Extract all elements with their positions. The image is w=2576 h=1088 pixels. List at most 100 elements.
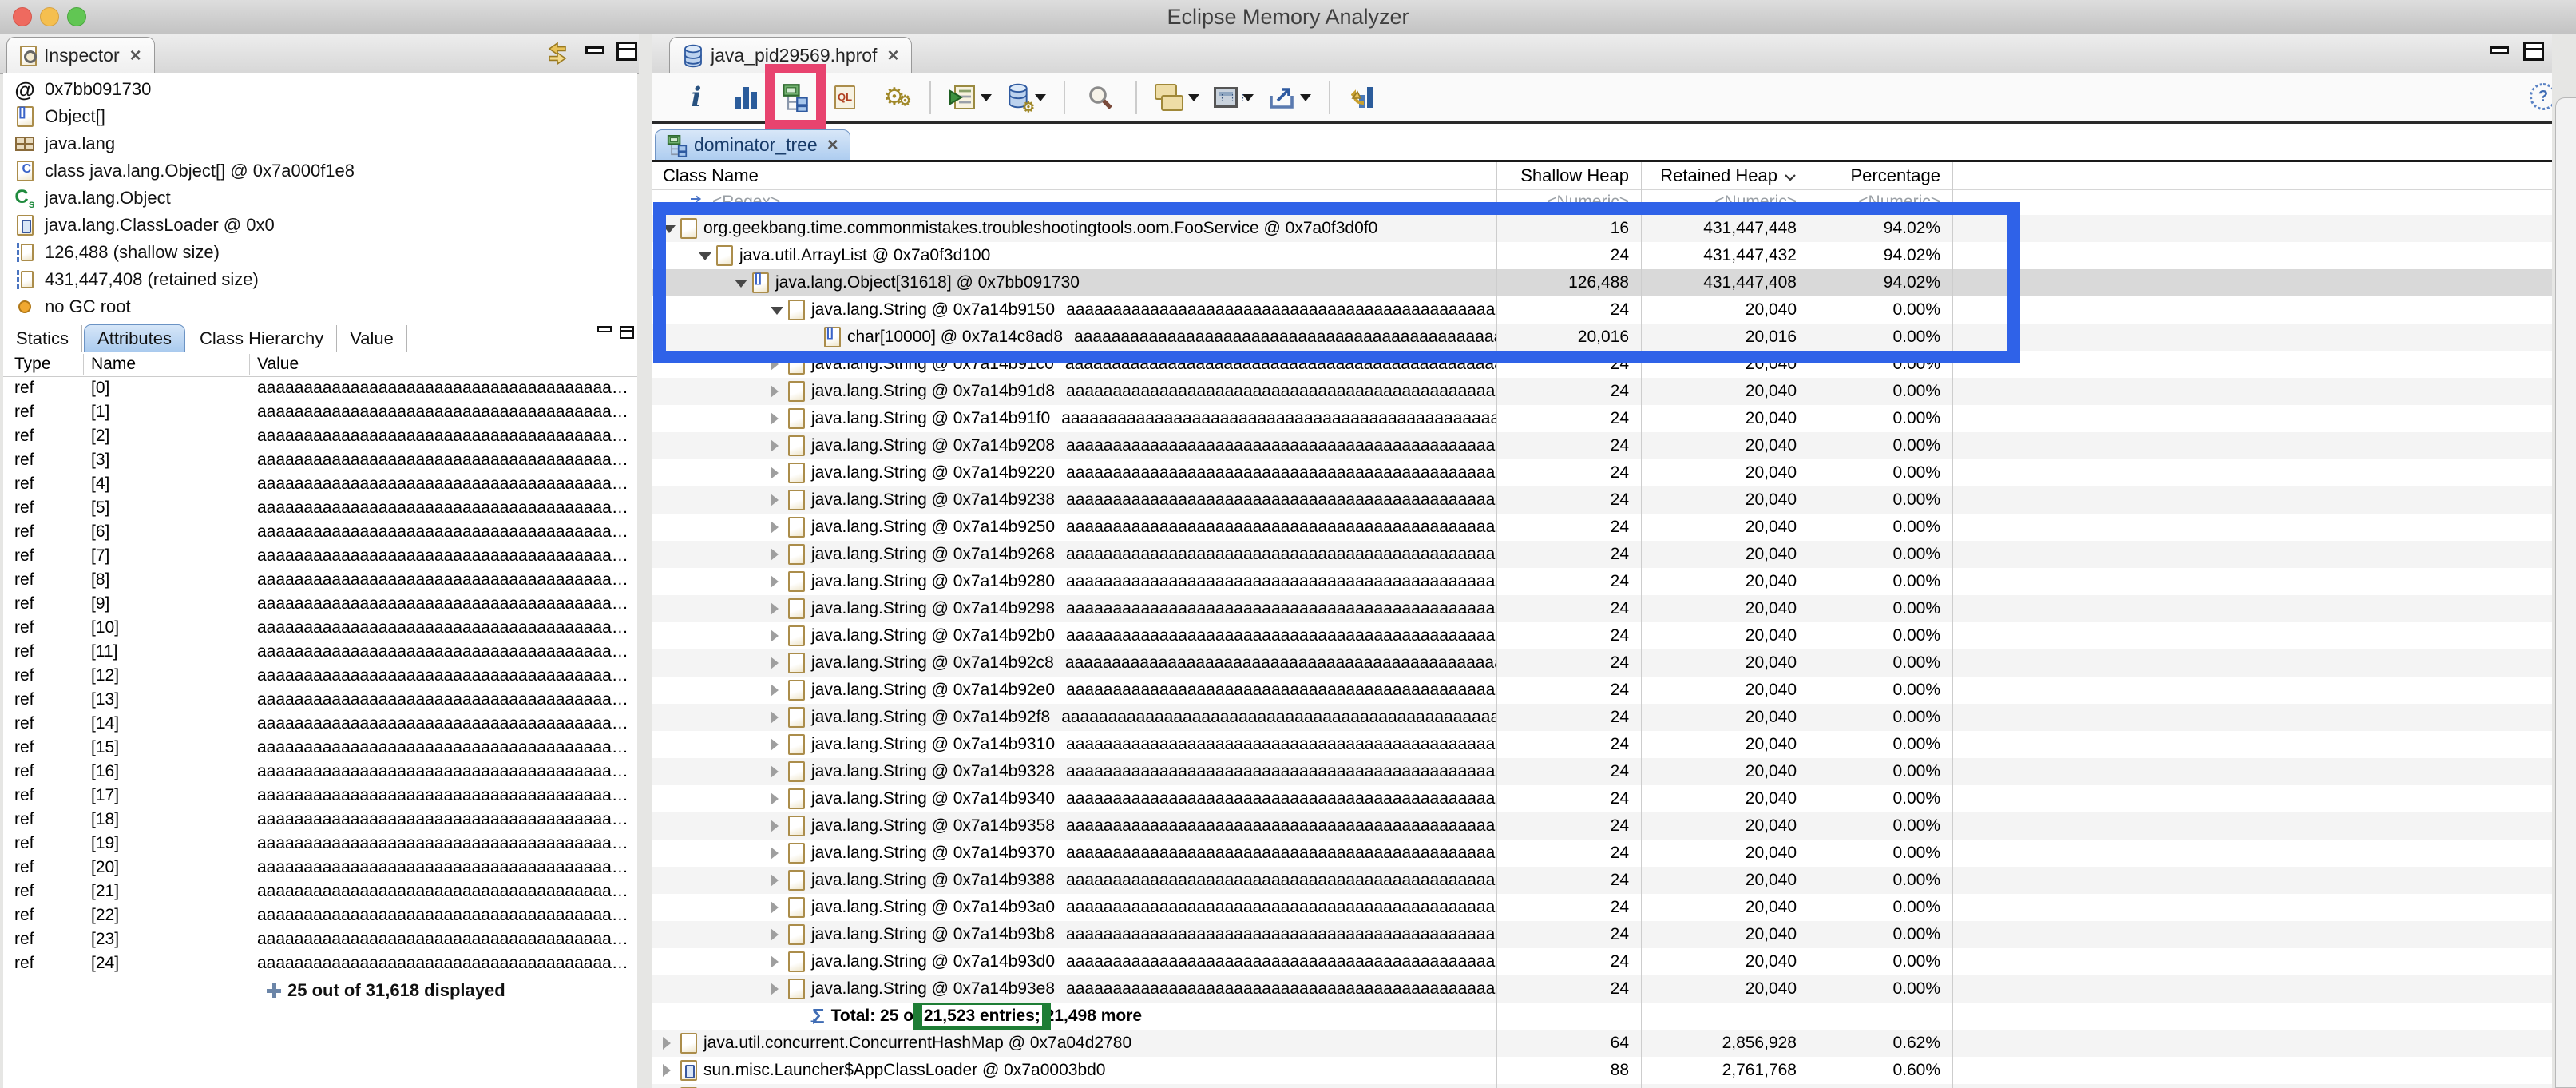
group-by-icon[interactable]	[1151, 77, 1203, 118]
attribute-row[interactable]: ref[14]aaaaaaaaaaaaaaaaaaaaaaaaaaaaaaaaa…	[3, 712, 637, 736]
inspector-item[interactable]: java.lang	[3, 130, 634, 157]
tab-attributes[interactable]: Attributes	[84, 324, 185, 352]
expander-collapsed-icon[interactable]	[771, 983, 788, 995]
heap-overview-icon[interactable]: ⚙	[1003, 77, 1049, 118]
tree-row[interactable]: java.lang.String @ 0x7a14b92c8aaaaaaaaaa…	[652, 649, 2552, 677]
tree-row[interactable]: java.lang.String @ 0x7a14b9328aaaaaaaaaa…	[652, 758, 2552, 785]
tree-row[interactable]: java.lang.String @ 0x7a14b91d8aaaaaaaaaa…	[652, 378, 2552, 405]
expander-collapsed-icon[interactable]	[771, 820, 788, 832]
dropdown-caret-icon[interactable]	[1188, 94, 1199, 101]
column-retained-heap[interactable]: Retained Heap	[1646, 162, 1797, 189]
minimize-view-icon[interactable]	[2490, 46, 2509, 54]
tree-row[interactable]: java.lang.String @ 0x7a14b9250aaaaaaaaaa…	[652, 514, 2552, 541]
inspector-item[interactable]: 431,447,408 (retained size)	[3, 266, 634, 293]
tree-row[interactable]: java.util.concurrent.ConcurrentHashMap @…	[652, 1030, 2552, 1057]
attribute-row[interactable]: ref[13]aaaaaaaaaaaaaaaaaaaaaaaaaaaaaaaaa…	[3, 688, 637, 712]
expander-collapsed-icon[interactable]	[771, 602, 788, 615]
attribute-row[interactable]: ref[10]aaaaaaaaaaaaaaaaaaaaaaaaaaaaaaaaa…	[3, 616, 637, 640]
tree-row[interactable]: java.lang.String @ 0x7a14b9150aaaaaaaaaa…	[652, 296, 2552, 324]
expander-open-icon[interactable]	[735, 278, 752, 288]
numeric-filter-input[interactable]: <Numeric>	[1498, 189, 1629, 215]
tree-row[interactable]: org.geekbang.time.commonmistakes.trouble…	[652, 215, 2552, 242]
expander-collapsed-icon[interactable]	[771, 575, 788, 588]
tree-row[interactable]: java.lang.String @ 0x7a14b92b0aaaaaaaaaa…	[652, 622, 2552, 649]
search-icon[interactable]	[1080, 77, 1121, 118]
column-shallow-heap[interactable]: Shallow Heap	[1498, 162, 1629, 189]
dropdown-caret-icon[interactable]	[1300, 94, 1311, 101]
tree-row[interactable]: []char[10000] @ 0x7a14c8ad8aaaaaaaaaaaaa…	[652, 324, 2552, 351]
expander-collapsed-icon[interactable]	[663, 1064, 680, 1077]
attribute-row[interactable]: ref[24]aaaaaaaaaaaaaaaaaaaaaaaaaaaaaaaaa…	[3, 951, 637, 975]
inspector-item[interactable]: Cclass java.lang.Object[] @ 0x7a000f1e8	[3, 157, 634, 185]
column-type[interactable]: Type	[14, 352, 51, 376]
tab-heap-dump[interactable]: java_pid29569.hprof ×	[669, 37, 912, 73]
expander-collapsed-icon[interactable]	[771, 358, 788, 371]
attribute-row[interactable]: ref[1]aaaaaaaaaaaaaaaaaaaaaaaaaaaaaaaaaa…	[3, 400, 637, 424]
close-tab-icon[interactable]: ×	[827, 134, 838, 157]
info-icon[interactable]: i	[676, 77, 717, 118]
attributes-footer-text[interactable]: 25 out of 31,618 displayed	[287, 978, 505, 1003]
expander-collapsed-icon[interactable]	[771, 792, 788, 805]
expander-collapsed-icon[interactable]	[771, 521, 788, 534]
attribute-row[interactable]: ref[20]aaaaaaaaaaaaaaaaaaaaaaaaaaaaaaaaa…	[3, 856, 637, 880]
attribute-row[interactable]: ref[18]aaaaaaaaaaaaaaaaaaaaaaaaaaaaaaaaa…	[3, 808, 637, 832]
inspector-item[interactable]: no GC root	[3, 293, 634, 320]
expander-collapsed-icon[interactable]	[663, 1037, 680, 1050]
calculator-icon[interactable]	[1211, 77, 1257, 118]
inspector-item[interactable]: java.lang.ClassLoader @ 0x0	[3, 212, 634, 239]
tree-row[interactable]: java.lang.String @ 0x7a14b9310aaaaaaaaaa…	[652, 731, 2552, 758]
oql-icon[interactable]: QL	[824, 77, 866, 118]
query-browser-icon[interactable]	[945, 77, 995, 118]
tree-row[interactable]: java.lang.String @ 0x7a14b92e0aaaaaaaaaa…	[652, 677, 2552, 704]
close-tab-icon[interactable]: ×	[887, 45, 898, 67]
tree-row[interactable]: java.lang.String @ 0x7a14b91c0aaaaaaaaaa…	[652, 351, 2552, 378]
dropdown-caret-icon[interactable]	[981, 94, 992, 101]
tree-row[interactable]: java.lang.String @ 0x7a14b9220aaaaaaaaaa…	[652, 459, 2552, 486]
attribute-row[interactable]: ref[17]aaaaaaaaaaaaaaaaaaaaaaaaaaaaaaaaa…	[3, 784, 637, 808]
close-tab-icon[interactable]: ×	[130, 45, 141, 67]
tree-row[interactable]: java.lang.String @ 0x7a14b9298aaaaaaaaaa…	[652, 595, 2552, 622]
customize-icon[interactable]: ⚙⚙	[874, 77, 915, 118]
minimize-view-icon[interactable]	[597, 326, 612, 332]
tree-row[interactable]: []java.lang.Object[31618] @ 0x7bb0917301…	[652, 269, 2552, 296]
tree-row[interactable]: java.lang.String @ 0x7a14b93a0aaaaaaaaaa…	[652, 894, 2552, 921]
minimize-view-icon[interactable]	[585, 46, 604, 54]
attribute-row[interactable]: ref[4]aaaaaaaaaaaaaaaaaaaaaaaaaaaaaaaaaa…	[3, 472, 637, 496]
attribute-row[interactable]: ref[8]aaaaaaaaaaaaaaaaaaaaaaaaaaaaaaaaaa…	[3, 568, 637, 592]
expander-collapsed-icon[interactable]	[771, 847, 788, 860]
maximize-view-icon[interactable]	[2523, 42, 2544, 61]
expander-collapsed-icon[interactable]	[771, 765, 788, 778]
tree-row[interactable]: java.lang.String @ 0x7a14b92f8aaaaaaaaaa…	[652, 704, 2552, 731]
tab-class-hierarchy[interactable]: Class Hierarchy	[187, 325, 337, 352]
tab-statics[interactable]: Statics	[3, 325, 82, 352]
tab-dominator-tree[interactable]: dominator_tree ×	[655, 129, 850, 160]
expander-collapsed-icon[interactable]	[771, 738, 788, 751]
load-more-icon[interactable]	[267, 983, 281, 998]
tree-row[interactable]: java.lang.String @ 0x7a14b9238aaaaaaaaaa…	[652, 486, 2552, 514]
attribute-row[interactable]: ref[12]aaaaaaaaaaaaaaaaaaaaaaaaaaaaaaaaa…	[3, 664, 637, 688]
histogram-icon[interactable]	[725, 77, 767, 118]
expander-collapsed-icon[interactable]	[771, 494, 788, 506]
attribute-row[interactable]: ref[16]aaaaaaaaaaaaaaaaaaaaaaaaaaaaaaaaa…	[3, 760, 637, 784]
column-value[interactable]: Value	[257, 352, 299, 376]
column-name[interactable]: Name	[91, 352, 136, 376]
inspector-item[interactable]: Csjava.lang.Object	[3, 185, 634, 212]
expander-collapsed-icon[interactable]	[771, 711, 788, 724]
inspector-item[interactable]: 126,488 (shallow size)	[3, 239, 634, 266]
tree-row[interactable]: java.lang.String @ 0x7a14b9370aaaaaaaaaa…	[652, 840, 2552, 867]
dominator-tree-icon[interactable]	[775, 77, 816, 118]
expander-collapsed-icon[interactable]	[771, 657, 788, 669]
tree-row[interactable]: java.lang.String @ 0x7a14b9358aaaaaaaaaa…	[652, 812, 2552, 840]
tree-row[interactable]: java.lang.String @ 0x7a14b93d0aaaaaaaaaa…	[652, 948, 2552, 975]
inspector-item[interactable]: @0x7bb091730	[3, 76, 634, 103]
attribute-row[interactable]: ref[2]aaaaaaaaaaaaaaaaaaaaaaaaaaaaaaaaaa…	[3, 424, 637, 448]
tree-row[interactable]: java.lang.String @ 0x7a14b9280aaaaaaaaaa…	[652, 568, 2552, 595]
column-class-name[interactable]: Class Name	[663, 162, 759, 189]
inspector-item[interactable]: []Object[]	[3, 103, 634, 130]
expander-collapsed-icon[interactable]	[771, 412, 788, 425]
attribute-row[interactable]: ref[7]aaaaaaaaaaaaaaaaaaaaaaaaaaaaaaaaaa…	[3, 544, 637, 568]
tree-row[interactable]: java.lang.String @ 0x7a14b9340aaaaaaaaaa…	[652, 785, 2552, 812]
expander-collapsed-icon[interactable]	[771, 901, 788, 914]
expander-collapsed-icon[interactable]	[771, 385, 788, 398]
tree-row[interactable]: java.lang.String @ 0x7a14b93e8aaaaaaaaaa…	[652, 975, 2552, 1003]
